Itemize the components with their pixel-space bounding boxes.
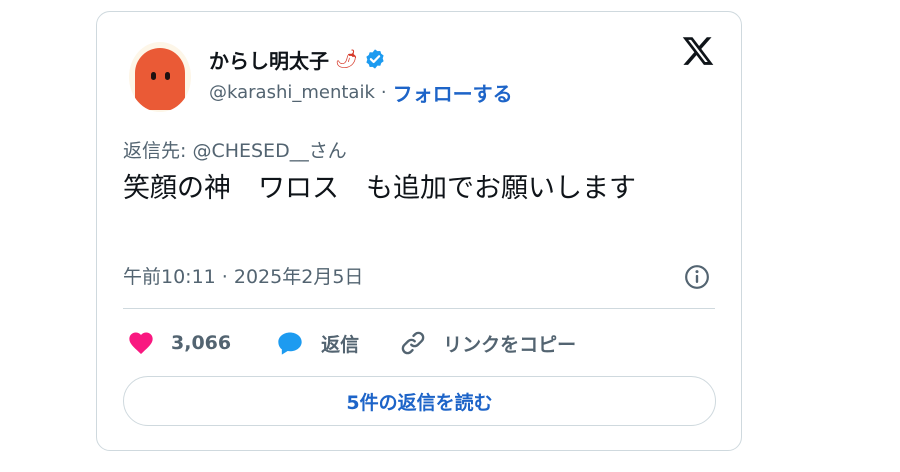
tweet-card: からし明太子 🌶 @karashi_mentaik · フォローする 返信先: … (96, 11, 742, 451)
reply-label: 返信 (321, 333, 360, 356)
avatar-right-eye (165, 72, 170, 80)
avatar[interactable] (129, 42, 191, 112)
x-logo-icon[interactable] (681, 34, 715, 68)
follow-link[interactable]: フォローする (393, 78, 513, 107)
like-count: 3,066 (171, 332, 232, 354)
info-icon[interactable] (684, 264, 710, 290)
like-button[interactable]: 3,066 (127, 329, 231, 357)
tweet-text: 笑顔の神 ワロス も追加でお願いします (123, 173, 636, 204)
avatar-character (135, 48, 185, 110)
copy-link-label: リンクをコピー (443, 333, 577, 356)
reply-button[interactable]: 返信 (275, 329, 359, 357)
author-handle-row: @karashi_mentaik · フォローする (209, 78, 513, 107)
link-icon (401, 331, 425, 355)
author-handle[interactable]: @karashi_mentaik (209, 82, 375, 103)
reply-bubble-icon (278, 332, 302, 355)
author-name-row: からし明太子 🌶 (209, 45, 386, 74)
avatar-left-eye (151, 72, 156, 80)
action-bar: 3,066 返信 リンクをコピー (127, 328, 576, 358)
read-replies-button[interactable]: 5件の返信を読む (123, 376, 716, 426)
tweet-timestamp[interactable]: 午前10:11 · 2025年2月5日 (123, 262, 363, 289)
copy-link-button[interactable]: リンクをコピー (399, 329, 576, 357)
author-name[interactable]: からし明太子 (209, 45, 329, 74)
divider (123, 308, 715, 309)
reply-to-label: 返信先: @CHESED__さん (123, 140, 347, 162)
verified-badge-icon (366, 49, 384, 69)
separator-dot: · (380, 82, 387, 103)
pepper-emoji: 🌶 (335, 48, 358, 70)
heart-icon (129, 332, 153, 354)
